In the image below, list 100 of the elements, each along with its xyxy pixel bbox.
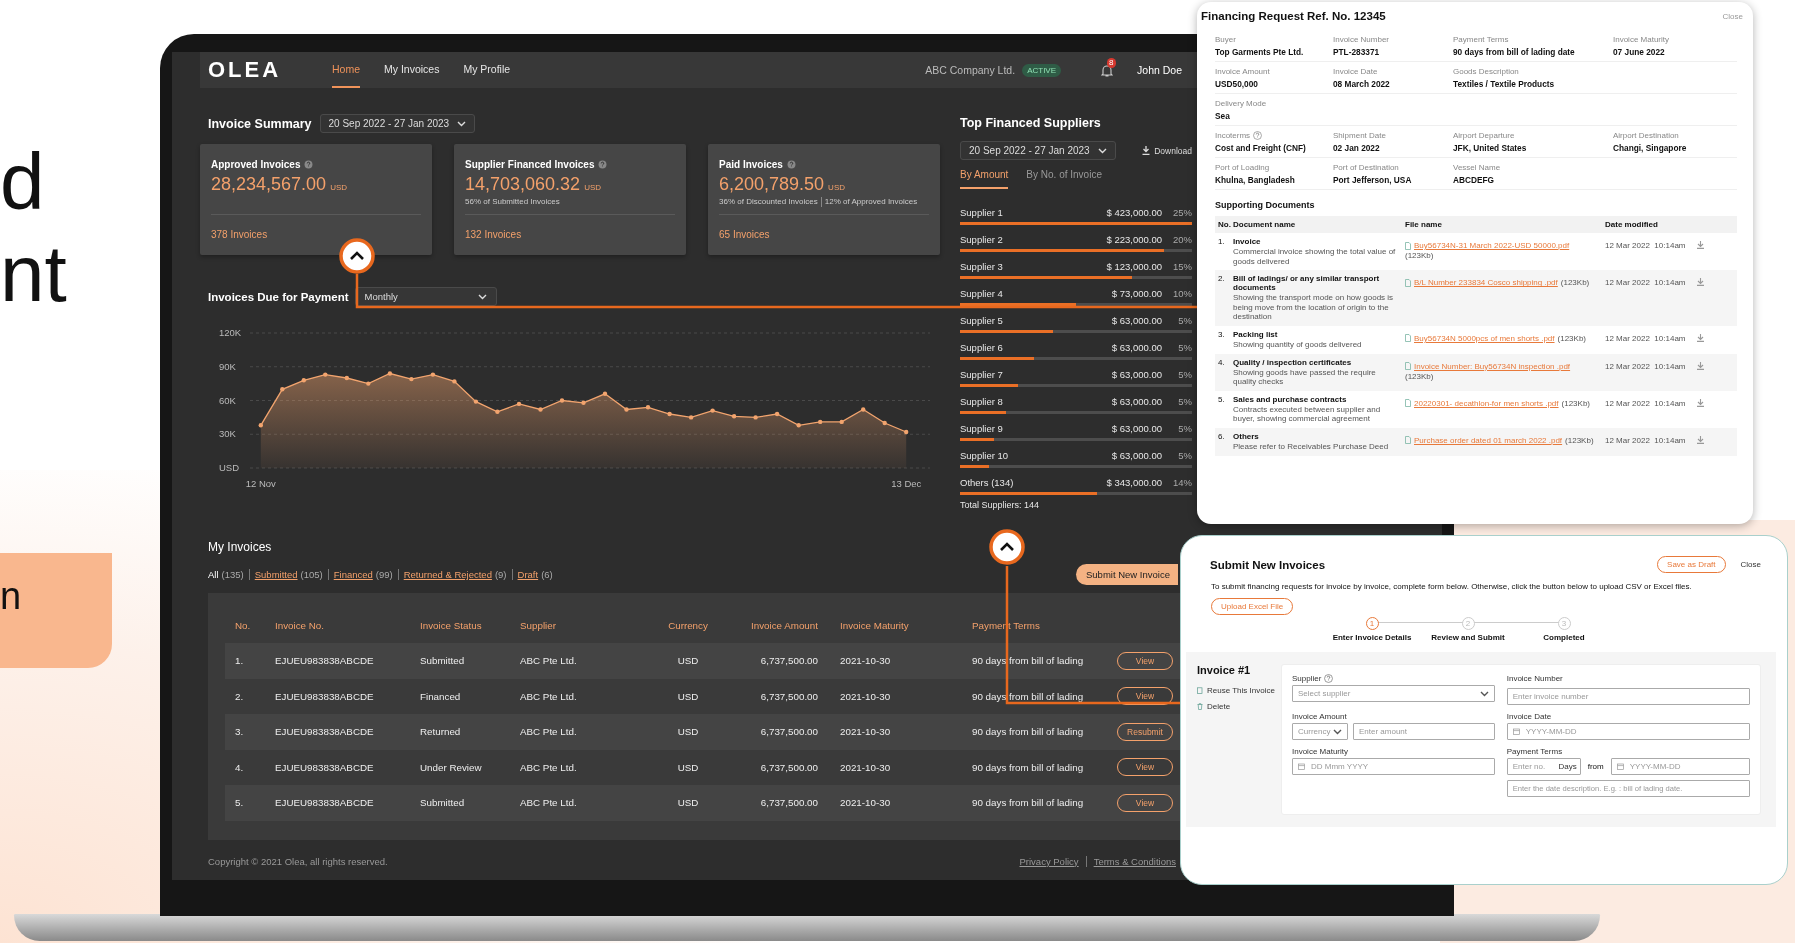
- field-value: 90 days from bill of lading date: [1453, 46, 1576, 57]
- nav-tab[interactable]: Home: [332, 52, 360, 88]
- submit-invoice-button[interactable]: Submit New Invoice: [1076, 564, 1178, 585]
- supplier-name: Supplier 1: [960, 207, 1004, 218]
- file-icon: [1405, 334, 1411, 343]
- supplier-share: 14%: [1172, 477, 1192, 488]
- currency-select[interactable]: Currency: [1292, 723, 1348, 740]
- filter-link[interactable]: Financed: [333, 569, 373, 580]
- filter-link[interactable]: Returned & Rejected: [403, 569, 492, 580]
- download-button[interactable]: Download: [1142, 145, 1192, 156]
- bell-icon[interactable]: [1101, 63, 1114, 77]
- file-icon: [1405, 241, 1411, 250]
- file-link[interactable]: Buy56734N 5000pcs of men shorts .pdf: [1414, 333, 1555, 343]
- upload-button[interactable]: Upload Excel File: [1211, 598, 1294, 615]
- table-cell-text: EJUEU983838ABCDE: [274, 797, 375, 809]
- supplier-name: Supplier 3: [960, 261, 1004, 272]
- filter-link[interactable]: Submitted: [254, 569, 298, 580]
- user-menu[interactable]: John Doe: [1137, 64, 1182, 76]
- copy-icon[interactable]: [1197, 687, 1203, 694]
- axis-label: USD: [219, 462, 240, 473]
- data-point: [387, 371, 393, 376]
- action-link[interactable]: Reuse This Invoice: [1207, 686, 1275, 695]
- file-link[interactable]: Invoice Number: Buy56734N inspection .pdf: [1414, 361, 1571, 371]
- supplier-share: 5%: [1177, 423, 1192, 434]
- column-header: File name: [1405, 220, 1443, 229]
- invoices-link[interactable]: 378 Invoices: [211, 229, 268, 240]
- data-point: [430, 372, 436, 377]
- data-point: [301, 378, 306, 383]
- table-cell-text: USD: [676, 761, 700, 773]
- axis-label: 60K: [219, 394, 236, 406]
- amount-value: 28,234,567.00: [211, 174, 327, 195]
- document-description: Showing quantity of goods delivered: [1233, 339, 1363, 350]
- table-cell-text: 4.: [1217, 357, 1226, 367]
- table-cell-text: USD: [676, 726, 700, 738]
- total-suppliers: Total Suppliers: 144: [960, 500, 1041, 510]
- period-dropdown[interactable]: Monthly: [354, 287, 497, 306]
- chevron-down-icon: [1097, 147, 1107, 154]
- date-modified: 12 Mar 2022 10:14am: [1605, 435, 1687, 445]
- save-draft-button[interactable]: Save as Draft: [1657, 556, 1726, 573]
- table-cell-text: Submitted: [419, 655, 466, 667]
- filter-link[interactable]: Draft: [517, 569, 539, 580]
- supplier-share: 20%: [1172, 234, 1192, 245]
- table-cell-text: 6,737,500.00: [759, 726, 818, 738]
- tab[interactable]: By No. of Invoice: [1026, 169, 1102, 189]
- close-link[interactable]: Close: [1740, 560, 1761, 569]
- note-text: 12% of Approved Invoices: [820, 197, 918, 207]
- tab[interactable]: By Amount: [960, 169, 1009, 189]
- data-point: [323, 372, 328, 377]
- file-link[interactable]: Buy56734N-31 March 2022-USD 50000.pdf: [1414, 241, 1570, 250]
- field-value: Changi, Singapore: [1613, 142, 1688, 153]
- trash-icon[interactable]: [1197, 703, 1203, 710]
- field-value: PTL-283371: [1333, 46, 1381, 57]
- invoice-number-field[interactable]: Enter invoice number: [1506, 688, 1750, 705]
- chevron-down-icon: [1479, 690, 1489, 697]
- chevron-down-icon: [457, 120, 467, 127]
- nav-tab[interactable]: My Invoices: [384, 52, 440, 88]
- supplier-name: Supplier 7: [960, 369, 1004, 380]
- table-cell-text: 3.: [234, 726, 245, 738]
- section-title: Supporting Documents: [1215, 200, 1316, 210]
- amount-field[interactable]: Enter amount: [1353, 723, 1495, 740]
- currency-label: USD: [828, 183, 845, 192]
- filter-link[interactable]: All: [208, 569, 219, 580]
- date-field[interactable]: YYYY-MM-DD: [1506, 723, 1750, 740]
- supplier-share: 25%: [1172, 207, 1192, 218]
- copyright-text: Copyright © 2021 Olea, all rights reserved.: [208, 855, 388, 867]
- field-value: USD50,000: [1215, 78, 1259, 89]
- status-badge: ACTIVE: [1022, 63, 1062, 77]
- close-link[interactable]: Close: [1722, 11, 1743, 21]
- date-range-dropdown[interactable]: 20 Sep 2022 - 27 Jan 2023: [319, 114, 476, 133]
- note-text: 36% of Discounted Invoices: [719, 197, 818, 207]
- action-link[interactable]: Delete: [1207, 702, 1231, 711]
- calendar-icon: [1298, 763, 1305, 770]
- date-range-dropdown[interactable]: 20 Sep 2022 - 27 Jan 2023: [960, 141, 1116, 160]
- file-link[interactable]: B/L Number 233834 Cosco shipping .pdf: [1414, 278, 1558, 288]
- table-cell-text: 6,737,500.00: [759, 797, 818, 809]
- table-cell-text: 2.: [1217, 274, 1226, 284]
- invoices-link[interactable]: 65 Invoices: [719, 229, 770, 240]
- file-link[interactable]: Purchase order dated 01 march 2022 .pdf: [1414, 435, 1563, 445]
- data-point: [366, 381, 371, 386]
- date-field[interactable]: DD Mmm YYYY: [1292, 758, 1495, 775]
- filter-count: (6): [541, 569, 553, 580]
- section-title: Invoices Due for Payment: [208, 290, 349, 303]
- supplier-amount: $ 63,000.00: [1111, 315, 1162, 326]
- dialog-title: Financing Request Ref. No. 12345: [1201, 10, 1386, 22]
- date-modified: 12 Mar 2022 10:14am: [1605, 241, 1687, 250]
- supplier-name: Supplier 5: [960, 315, 1004, 326]
- data-point: [516, 401, 522, 407]
- invoices-link[interactable]: 132 Invoices: [465, 229, 522, 240]
- document-description: Commercial invoice showing the total value of goods delivered: [1233, 247, 1397, 267]
- footer-link[interactable]: Privacy Policy: [1012, 855, 1086, 867]
- supplier-amount: $ 123,000.00: [1106, 261, 1162, 272]
- supplier-select[interactable]: Select supplier: [1292, 685, 1495, 702]
- card-title: Approved Invoices: [211, 159, 301, 170]
- field-label: Invoice Amount: [1215, 66, 1270, 76]
- table-cell-text: 6.: [1217, 431, 1226, 441]
- file-link[interactable]: 20220301- decathlon-for men shorts .pdf: [1414, 398, 1559, 408]
- nav-tab[interactable]: My Profile: [463, 52, 511, 88]
- document-description: Showing the transport mode on how goods is being move from the location of origin to the destination: [1233, 293, 1395, 322]
- supplier-name: Supplier 9: [960, 423, 1004, 434]
- date-field[interactable]: YYYY-MM-DD: [1610, 758, 1750, 775]
